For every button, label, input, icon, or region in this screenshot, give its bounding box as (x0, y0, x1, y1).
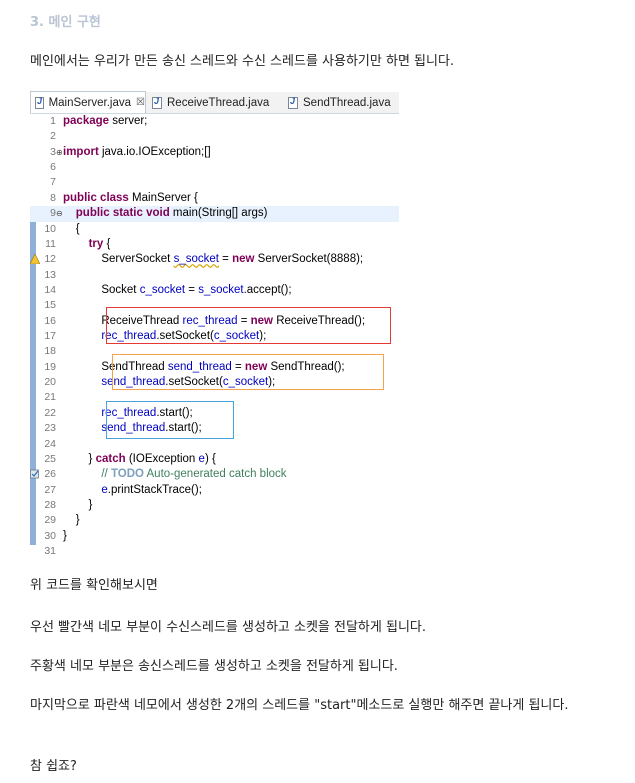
line-number: 22 (44, 406, 56, 419)
code-line[interactable]: 26 // TODO Auto-generated catch block (30, 467, 399, 482)
line-number: 6 (50, 161, 56, 174)
line-number: 27 (44, 483, 56, 496)
tab-label: MainServer.java (48, 96, 132, 109)
code-line[interactable]: 13 (30, 268, 399, 283)
code-line[interactable]: 29 } (30, 513, 399, 528)
close-icon[interactable]: ☒ (136, 97, 145, 108)
line-number: 3 (50, 145, 56, 158)
line-number: 23 (44, 422, 56, 435)
code-text: { (63, 222, 80, 235)
line-number: 9 (50, 207, 56, 220)
code-text: try { (88, 237, 111, 250)
code-text: Socket c_socket = s_socket.accept(); (63, 283, 292, 296)
tab-mainserver[interactable]: MainServer.java ☒ (30, 91, 146, 113)
section-heading: 3. 메인 구현 (30, 15, 101, 30)
tab-label: ReceiveThread.java (167, 96, 270, 109)
blue-highlight-box (106, 401, 234, 439)
line-number: 2 (50, 130, 56, 143)
line-number: 7 (50, 176, 56, 189)
code-line[interactable]: 12 ServerSocket s_socket = new ServerSoc… (29, 252, 399, 267)
paragraph-3: 주황색 네모 부분은 송신스레드를 생성하고 소켓을 전달하게 됩니다. (30, 659, 398, 674)
code-editor: MainServer.java ☒ ReceiveThread.java Sen… (29, 91, 399, 560)
code-text: import java.io.IOException;[] (63, 145, 211, 158)
line-number: 19 (44, 360, 56, 373)
code-text: // TODO Auto-generated catch block (101, 468, 287, 481)
code-text: ServerSocket s_socket = new ServerSocket… (63, 253, 364, 266)
code-line[interactable]: 1 package server; (30, 114, 399, 129)
editor-tabbar: MainServer.java ☒ ReceiveThread.java Sen… (30, 91, 399, 114)
line-number: 30 (44, 529, 56, 542)
warning-icon (29, 253, 41, 265)
code-line[interactable]: 6 (30, 160, 399, 175)
line-number: 1 (50, 115, 56, 127)
code-line[interactable]: 2 (30, 129, 399, 144)
paragraph-1: 위 코드를 확인해보시면 (30, 578, 158, 593)
tab-label: SendThread.java (303, 96, 391, 109)
code-line[interactable]: 31 (30, 544, 399, 559)
java-file-icon (152, 96, 162, 109)
code-line[interactable]: 10 { (30, 222, 399, 237)
line-number: 21 (44, 391, 56, 404)
task-icon (30, 469, 40, 479)
java-file-icon (35, 96, 44, 109)
line-number: 11 (45, 237, 56, 250)
code-line[interactable]: 28 } (30, 498, 399, 513)
code-text: e.printStackTrace(); (101, 483, 202, 496)
line-number: 17 (44, 330, 56, 343)
line-number: 10 (44, 222, 56, 235)
tab-receivethread[interactable]: ReceiveThread.java (148, 92, 278, 113)
line-number: 28 (44, 499, 56, 511)
paragraph-4: 마지막으로 파란색 네모에서 생성한 2개의 스레드를 "start"메소드로 … (30, 698, 569, 713)
code-line[interactable]: 11 try { (30, 237, 399, 252)
intro-text: 메인에서는 우리가 만든 송신 스레드와 수신 스레드를 사용하기만 하면 됩니… (30, 54, 455, 69)
code-text: } (63, 514, 80, 527)
code-text: } (63, 499, 93, 511)
code-text: package server; (63, 115, 148, 127)
paragraph-5: 참 쉽죠? (30, 759, 77, 774)
code-line[interactable]: 9 ⊖ public static void main(String[] args… (30, 206, 399, 222)
code-line[interactable]: 27 e.printStackTrace(); (30, 483, 399, 498)
line-number: 31 (44, 545, 56, 558)
line-number: 20 (44, 376, 56, 389)
code-line[interactable]: 14 Socket c_socket = s_socket.accept(); (30, 283, 399, 298)
line-number: 25 (44, 452, 56, 465)
line-number: 16 (44, 314, 56, 327)
line-number: 13 (44, 268, 56, 281)
code-line[interactable]: 25 } catch (IOException e) { (30, 452, 399, 467)
line-number: 24 (44, 437, 56, 450)
paragraph-2: 우선 빨간색 네모 부분이 수신스레드를 생성하고 소켓을 전달하게 됩니다. (30, 620, 426, 635)
line-number: 15 (44, 299, 56, 312)
line-number: 8 (50, 191, 56, 204)
code-line[interactable]: 30} (30, 529, 399, 544)
code-text: public class MainServer { (63, 191, 198, 204)
line-number: 18 (44, 345, 56, 358)
code-line[interactable]: 8 public class MainServer { (30, 191, 399, 206)
line-number: 14 (44, 283, 56, 296)
code-text: } (63, 529, 67, 542)
code-text: } catch (IOException e) { (63, 452, 216, 465)
line-number: 29 (44, 514, 56, 527)
code-line[interactable]: 7 (30, 175, 399, 190)
java-file-icon (288, 96, 298, 109)
orange-highlight-box (112, 354, 384, 390)
code-text: public static void main(String[] args) (75, 207, 268, 220)
red-highlight-box (106, 307, 391, 344)
code-line[interactable]: 3 ⊕ import java.io.IOException;[] (30, 145, 399, 160)
tab-sendthread[interactable]: SendThread.java (284, 92, 399, 113)
